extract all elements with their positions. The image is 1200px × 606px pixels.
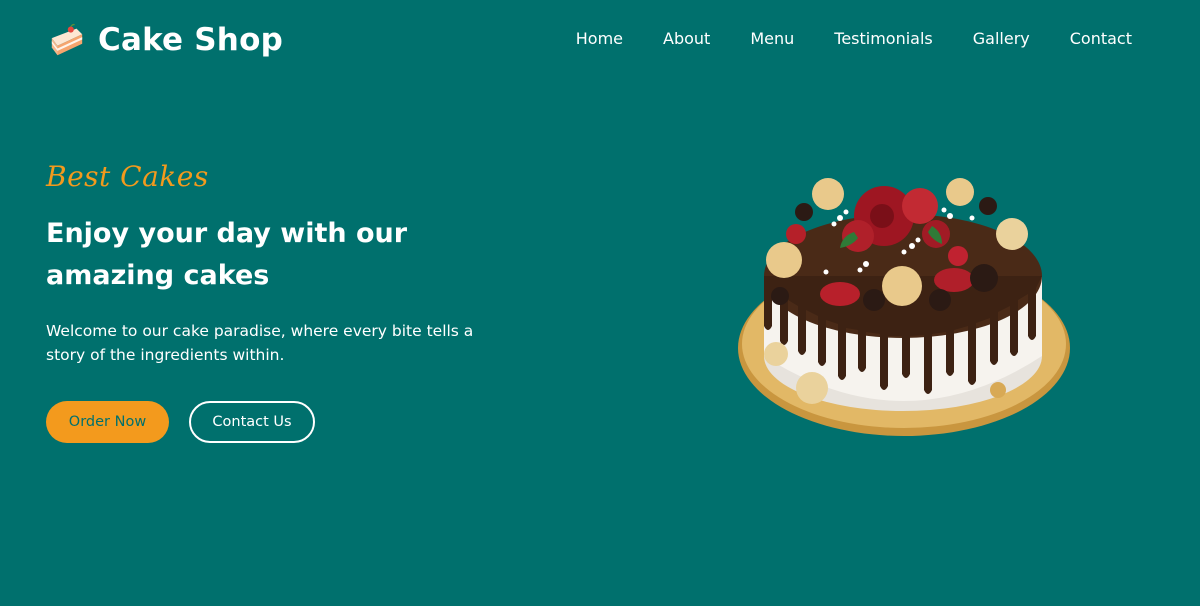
brand-logo[interactable]: Cake Shop [48, 18, 283, 62]
brand-name: Cake Shop [98, 22, 283, 58]
nav-menu: Home About Menu Testimonials Gallery Con… [576, 29, 1132, 48]
nav-link-about[interactable]: About [663, 29, 710, 48]
contact-us-button[interactable]: Contact Us [189, 401, 315, 443]
hero-subtitle: Best Cakes [46, 160, 209, 193]
nav-link-home[interactable]: Home [576, 29, 623, 48]
hero-buttons: Order Now Contact Us [46, 401, 516, 443]
hero-description: Welcome to our cake paradise, where ever… [46, 322, 474, 364]
cake-slice-icon [51, 23, 83, 56]
hero-content: Best Cakes Enjoy your day with our amazi… [46, 160, 516, 443]
nav-link-testimonials[interactable]: Testimonials [834, 29, 933, 48]
navbar: Cake Shop Home About Menu Testimonials G… [0, 0, 1200, 82]
cake-image [738, 178, 1070, 436]
nav-link-menu[interactable]: Menu [750, 29, 794, 48]
nav-link-contact[interactable]: Contact [1070, 29, 1132, 48]
order-now-button[interactable]: Order Now [46, 401, 169, 443]
nav-link-gallery[interactable]: Gallery [973, 29, 1030, 48]
hero-title: Enjoy your day with our amazing cakes [46, 218, 408, 291]
